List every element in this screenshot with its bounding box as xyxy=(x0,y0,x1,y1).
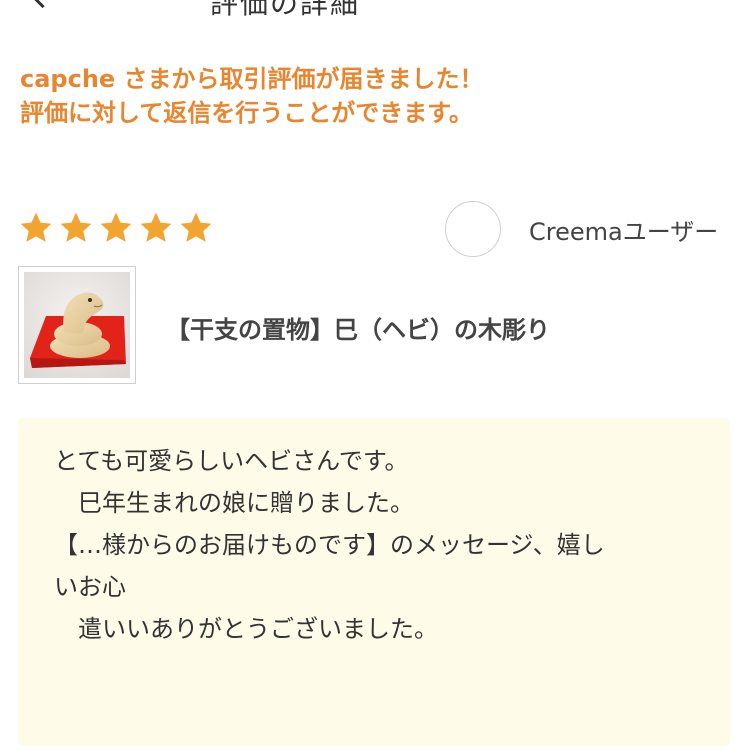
reviewer-info: Creemaユーザー xyxy=(445,200,718,258)
star-icon xyxy=(20,212,52,242)
page-title: 評価の詳細 xyxy=(210,0,361,20)
snake-figurine-image xyxy=(24,272,130,378)
review-received-notice: capche さまから取引評価が届きました！ 評価に対して返信を行うことができま… xyxy=(20,62,730,130)
star-icon xyxy=(100,212,132,242)
review-text-line: とても可愛らしいヘビさんです。 xyxy=(54,447,409,475)
reviewer-name: Creemaユーザー xyxy=(529,217,719,246)
review-text-line: いお心 xyxy=(54,573,126,601)
notice-line-1: capche さまから取引評価が届きました！ xyxy=(20,65,484,93)
back-chevron-icon[interactable] xyxy=(24,0,61,9)
star-icon xyxy=(180,212,212,242)
notice-line-2: 評価に対して返信を行うことができます。 xyxy=(20,99,473,127)
review-text-line: 【…様からのお届けものです】のメッセージ、嬉し xyxy=(54,531,605,559)
product-summary[interactable]: 【干支の置物】巳（ヘビ）の木彫り xyxy=(18,266,730,386)
star-icon xyxy=(140,212,172,242)
review-detail-page: 評価の詳細 capche さまから取引評価が届きました！ 評価に対して返信を行う… xyxy=(0,0,750,750)
product-thumbnail[interactable] xyxy=(18,266,136,384)
star-rating xyxy=(18,208,218,248)
reviewer-avatar xyxy=(445,201,501,257)
header-bar: 評価の詳細 xyxy=(0,0,750,20)
product-name[interactable]: 【干支の置物】巳（ヘビ）の木彫り xyxy=(166,310,550,345)
review-comment-box: とても可愛らしいヘビさんです。 巳年生まれの娘に贈りました。【…様からのお届けも… xyxy=(18,418,730,746)
review-text-line: 巳年生まれの娘に贈りました。 xyxy=(54,489,414,517)
star-icon xyxy=(60,212,92,242)
review-text-line: 遣いいありがとうございました。 xyxy=(54,615,438,643)
